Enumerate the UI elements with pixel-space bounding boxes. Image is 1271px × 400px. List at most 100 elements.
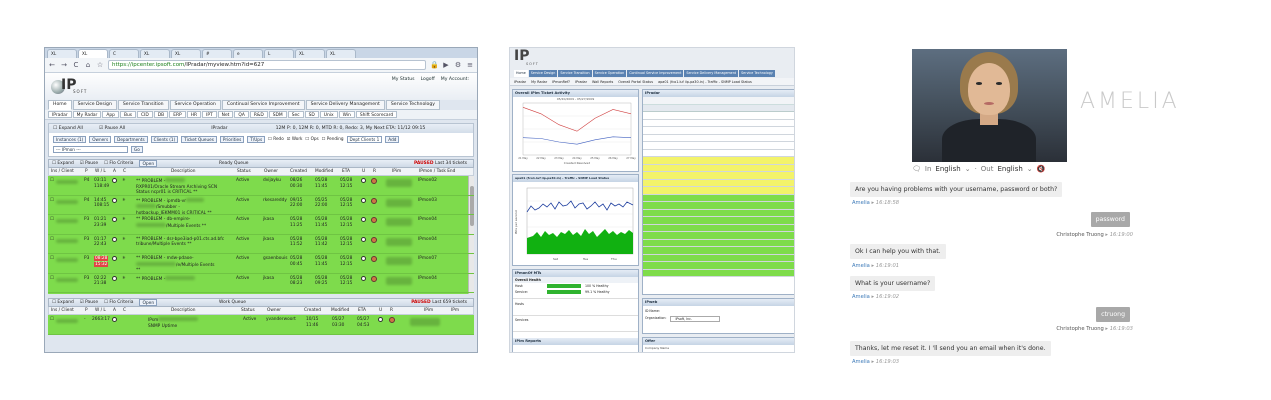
tab-service-delivery-management[interactable]: Service Delivery Management	[305, 100, 385, 110]
column-header[interactable]: A	[113, 307, 116, 314]
browser-tab[interactable]: L	[264, 49, 294, 58]
ipmon[interactable]: IPmon02	[418, 178, 437, 184]
update-icon[interactable]	[361, 217, 366, 224]
column-header[interactable]: Modified	[331, 307, 349, 314]
menu-icon[interactable]: ≡	[466, 61, 474, 69]
subtab[interactable]: Overall Portal Status	[618, 78, 653, 85]
column-header[interactable]: P	[85, 307, 88, 314]
column-header[interactable]: P	[85, 168, 88, 175]
ticket-row[interactable]: ☐ P4 03:11 118:49 ✳ ** PROBLEM - RXPR01/Or…	[48, 176, 474, 196]
ops-checkbox[interactable]: ☐ Ops	[305, 136, 318, 143]
subtab[interactable]: App	[102, 111, 119, 118]
subtab[interactable]: SD	[304, 111, 319, 118]
browser-tab[interactable]: XL	[78, 49, 108, 58]
column-header[interactable]: Description	[171, 307, 195, 314]
update-icon[interactable]	[378, 317, 383, 324]
tups-button[interactable]: T/Ups	[247, 136, 266, 143]
ipradar-row-warning[interactable]	[643, 172, 794, 180]
column-header[interactable]: IPim	[392, 168, 401, 175]
ipradar-row-ok[interactable]	[643, 217, 794, 225]
subtab[interactable]: Win	[338, 111, 355, 118]
column-header[interactable]: R	[373, 168, 376, 175]
owner[interactable]: gsaenbouis	[263, 256, 287, 262]
dept-select[interactable]: Dept Clients 1	[346, 136, 383, 143]
priorities-button[interactable]: Priorities	[219, 136, 245, 143]
tab-service-operation[interactable]: Service Operation	[169, 100, 221, 110]
column-header[interactable]: R	[390, 307, 393, 314]
ipradar-row-ok[interactable]	[643, 202, 794, 210]
column-header[interactable]: W / L	[95, 307, 106, 314]
row-checkbox[interactable]: ☐	[50, 317, 54, 323]
owner[interactable]: jkasa	[263, 276, 274, 282]
browser-tab[interactable]: XL	[326, 49, 356, 58]
description[interactable]: ** PROBLEM - db-empire-/Multiple Events …	[136, 217, 228, 229]
tab-service-operation[interactable]: Service Operation	[592, 70, 627, 77]
resolve-icon[interactable]	[371, 275, 377, 283]
my-status-link[interactable]: My Status	[392, 77, 415, 82]
ipradar-row-warning[interactable]	[643, 179, 794, 187]
pause-checkbox[interactable]: ☑ Pause	[80, 299, 98, 306]
play-icon[interactable]: ▶	[442, 61, 450, 69]
column-header[interactable]: Status	[237, 168, 251, 175]
address-bar[interactable]: https://ipcenter.ipsoft.com/IPradar/myvi…	[108, 60, 426, 70]
tab-continual-service-improvement[interactable]: Continual Service Improvement	[221, 100, 305, 110]
column-header[interactable]: IPim	[424, 307, 433, 314]
subtab[interactable]: My Radar	[531, 78, 547, 85]
column-header[interactable]: IPmon / Task End	[419, 168, 455, 175]
resolve-icon[interactable]	[371, 217, 377, 224]
expand-checkbox[interactable]: ☐ Expand	[52, 160, 74, 167]
lang-out-select[interactable]: English	[998, 165, 1023, 173]
column-header[interactable]: C	[123, 307, 126, 314]
ipradar-row[interactable]	[643, 120, 794, 127]
subtab[interactable]: IPT	[202, 111, 217, 118]
tab-service-design[interactable]: Service Design	[72, 100, 117, 110]
ipradar-row[interactable]	[643, 142, 794, 150]
column-header[interactable]: W / L	[95, 168, 106, 175]
expand-all-checkbox[interactable]: ☐ Expand All	[53, 124, 91, 133]
column-header[interactable]: Owner	[264, 168, 278, 175]
row-checkbox[interactable]: ☐	[50, 217, 54, 223]
resolve-icon[interactable]	[371, 197, 377, 205]
column-header[interactable]: Description	[171, 168, 195, 175]
ipradar-row-ok[interactable]	[643, 224, 794, 232]
owner[interactable]: yvanderwoort	[266, 317, 296, 323]
tab-home[interactable]: Home	[48, 100, 72, 110]
row-checkbox[interactable]: ☐	[50, 178, 54, 184]
row-checkbox[interactable]: ☐	[50, 198, 54, 204]
speaker-mute-icon[interactable]: 🔇	[1037, 165, 1046, 173]
clients-button[interactable]: Clients (1)	[150, 136, 179, 143]
comment-icon[interactable]: ✳	[122, 198, 126, 204]
ipmon[interactable]: IPmon04	[418, 237, 437, 243]
update-icon[interactable]	[361, 236, 366, 244]
browser-tab[interactable]: XL	[140, 49, 170, 58]
description[interactable]: ** PROBLEM - mdw-pdaoe-/e/Multiple Event…	[136, 256, 228, 274]
extension-icon[interactable]: ⚙	[454, 61, 462, 69]
subtab[interactable]: My Radar	[72, 111, 102, 118]
ack-icon[interactable]	[112, 256, 117, 263]
ticket-queues-button[interactable]: Ticket Queues	[181, 136, 217, 143]
row-checkbox[interactable]: ☐	[50, 276, 54, 282]
owner[interactable]: dvijayku	[263, 178, 281, 184]
browser-tab[interactable]: XL	[47, 49, 77, 58]
ipradar-row-ok[interactable]	[643, 247, 794, 255]
row-checkbox[interactable]: ☐	[50, 256, 54, 262]
subtab[interactable]: IPradar	[514, 78, 526, 85]
resolve-icon[interactable]	[389, 317, 395, 324]
ticket-row[interactable]: ☐ P3 02:22 21:38 ✳ ** PROBLEM - Active jk…	[48, 274, 474, 293]
ipmon-select[interactable]: --- IPmon ---	[53, 146, 128, 153]
update-icon[interactable]	[361, 256, 366, 263]
resolve-icon[interactable]	[371, 256, 377, 263]
ipradar-row-warning[interactable]	[643, 187, 794, 195]
subtab[interactable]: IPmonRef?	[552, 78, 570, 85]
column-header[interactable]: Created	[304, 307, 321, 314]
add-button[interactable]: Add	[385, 136, 400, 143]
browser-tab[interactable]: #	[202, 49, 232, 58]
open-button[interactable]: Open	[139, 299, 158, 306]
column-header[interactable]: Created	[290, 168, 307, 175]
column-header[interactable]: ETA	[342, 168, 350, 175]
ticket-row[interactable]: ☐ P3 01:17 22:43 ✳ ** PROBLEM - dsr-bpe3i…	[48, 235, 474, 254]
ipradar-row[interactable]	[643, 135, 794, 142]
redo-checkbox[interactable]: ☐ Redo	[268, 136, 284, 143]
tab-service-transition[interactable]: Service Transition	[558, 70, 592, 77]
comment-icon[interactable]: ✳	[122, 237, 126, 243]
